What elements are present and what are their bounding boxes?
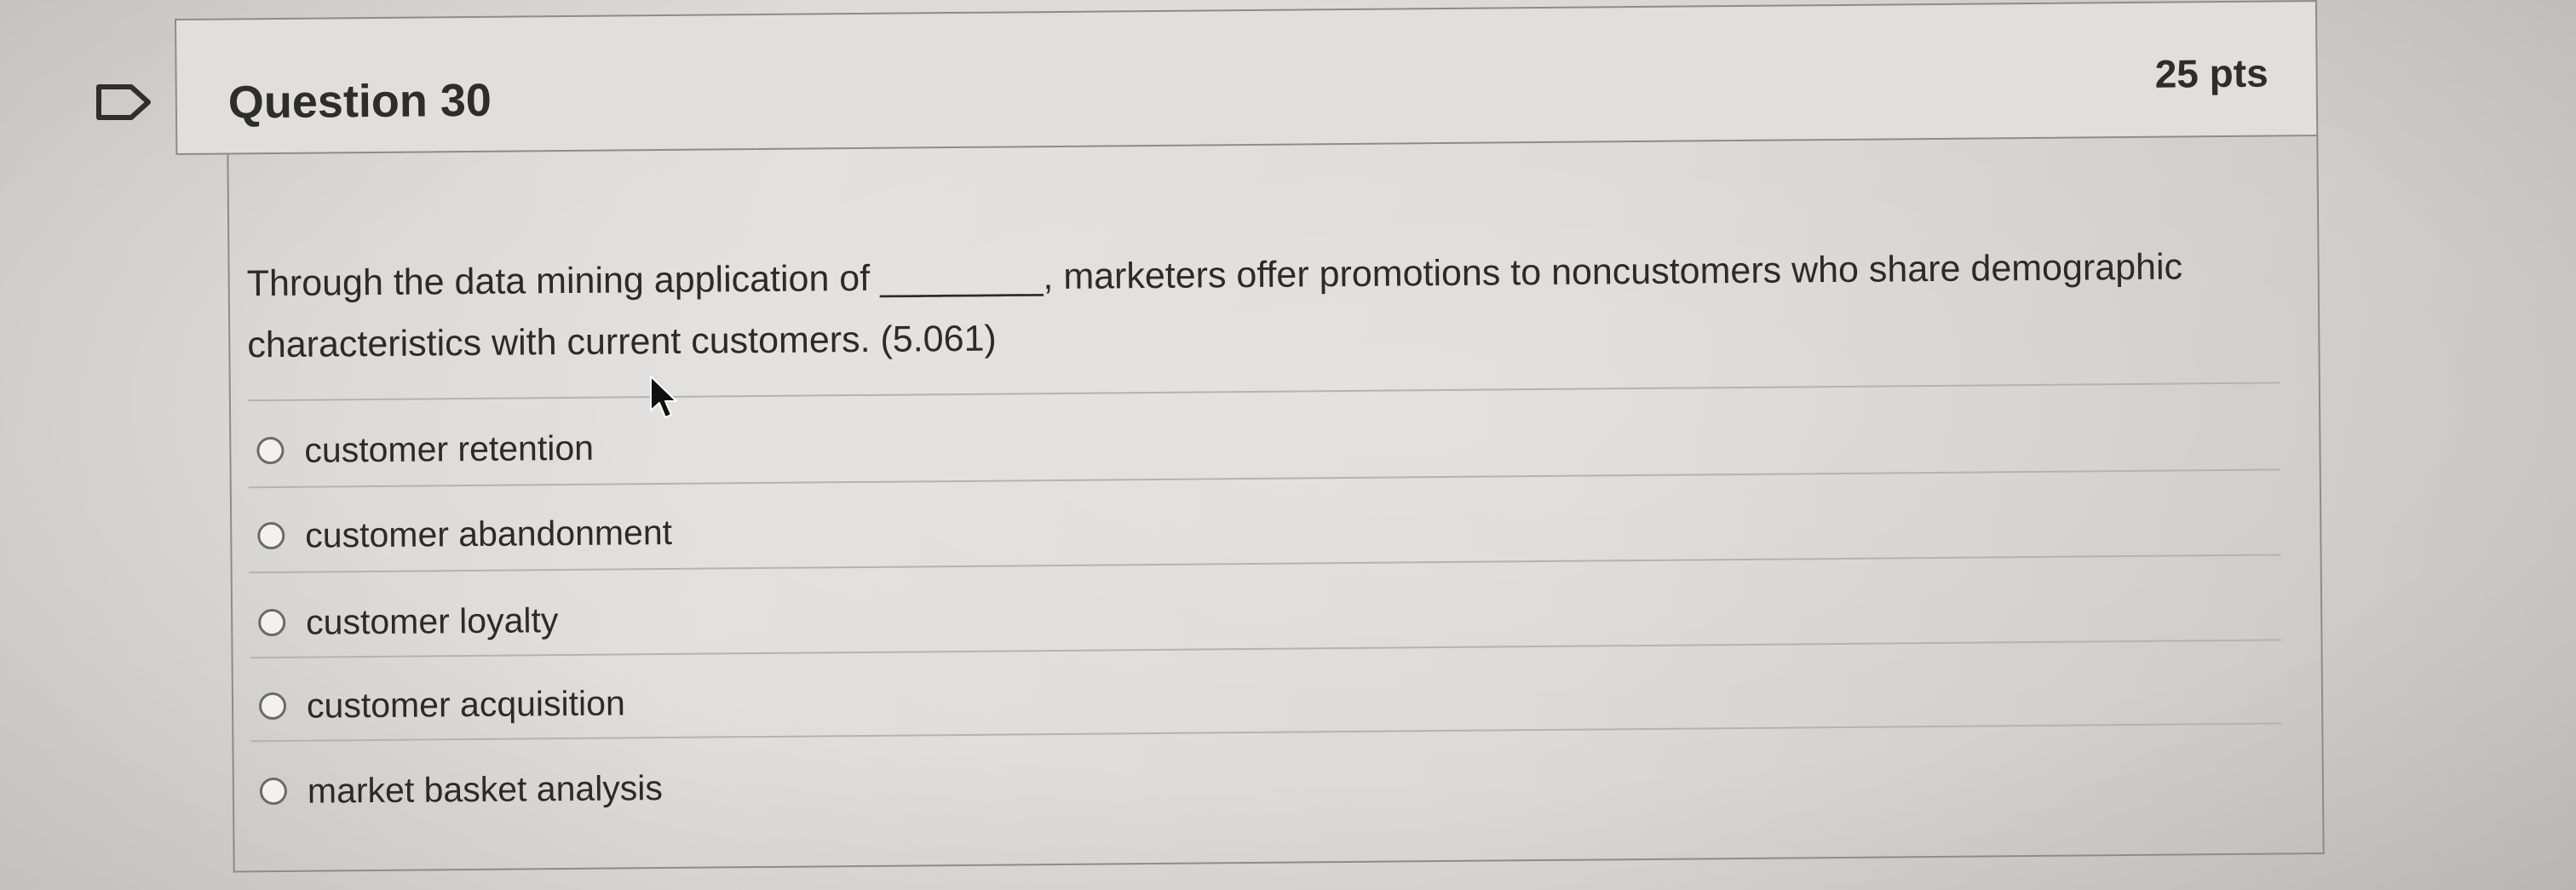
radio-button[interactable]: [258, 608, 286, 637]
answer-option-market-basket-analysis[interactable]: market basket analysis: [259, 762, 664, 817]
answer-option-customer-abandonment[interactable]: customer abandonment: [257, 507, 672, 561]
answer-option-customer-retention[interactable]: customer retention: [256, 422, 594, 476]
answer-option-customer-acquisition[interactable]: customer acquisition: [258, 677, 625, 732]
flag-icon[interactable]: [94, 82, 155, 123]
radio-button[interactable]: [256, 436, 285, 465]
answer-label: customer loyalty: [305, 600, 559, 642]
mouse-pointer-icon: [647, 375, 681, 422]
answer-label: customer acquisition: [306, 682, 625, 726]
question-header: Question 30 25 pts: [175, 0, 2319, 155]
radio-button[interactable]: [258, 692, 287, 721]
answers-divider: [247, 382, 2280, 402]
answer-option-customer-loyalty[interactable]: customer loyalty: [258, 594, 559, 648]
question-points: 25 pts: [2154, 50, 2268, 96]
answer-label: market basket analysis: [307, 767, 664, 811]
question-title: Question 30: [227, 74, 492, 129]
question-body: Through the data mining application of _…: [227, 135, 2325, 873]
radio-button[interactable]: [259, 777, 288, 806]
radio-button[interactable]: [257, 521, 285, 550]
answer-label: customer retention: [304, 428, 595, 470]
question-text: Through the data mining application of _…: [246, 246, 2183, 366]
question-card: Question 30 25 pts Through the data mini…: [175, 0, 2325, 875]
answer-label: customer abandonment: [305, 512, 673, 555]
